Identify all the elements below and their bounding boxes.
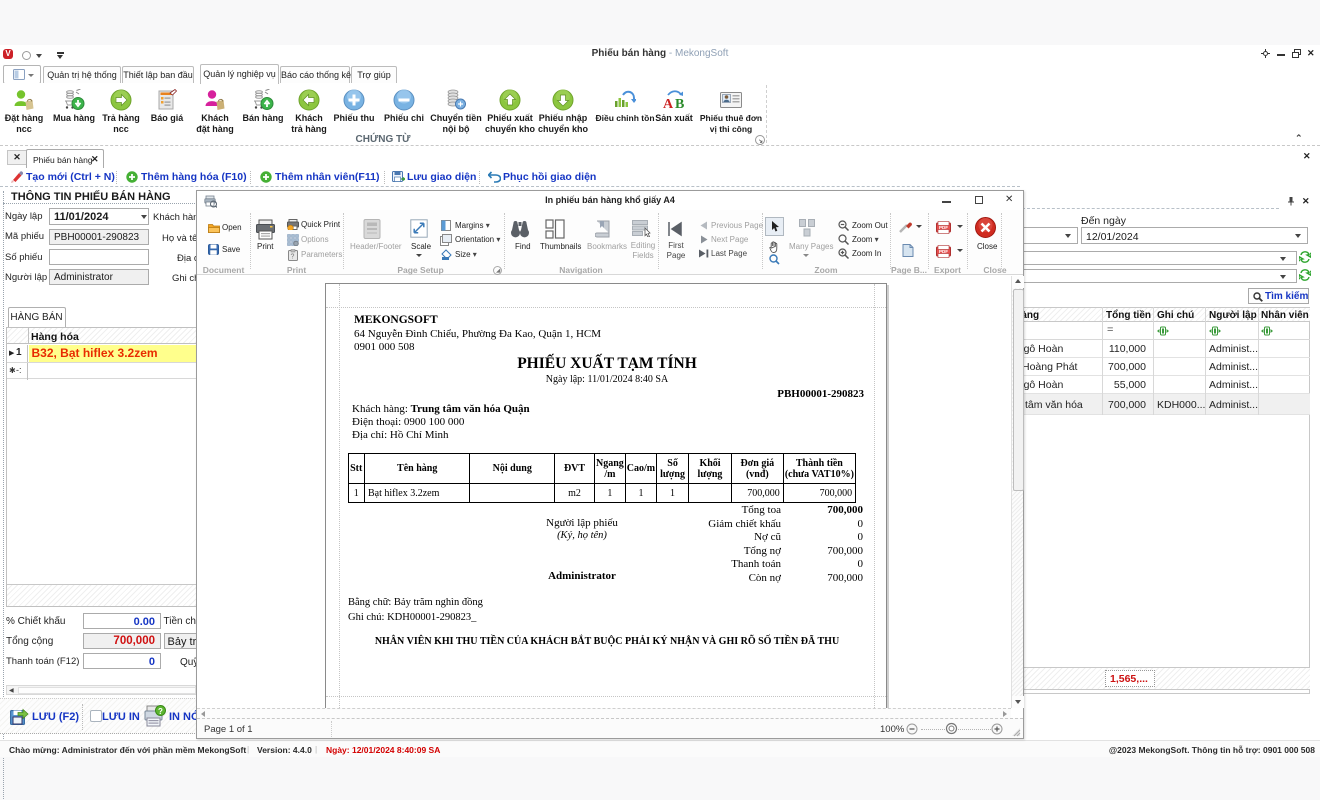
svg-text:A: A [663, 97, 674, 111]
svg-text:?: ? [158, 707, 163, 716]
svg-text:?: ? [291, 254, 295, 261]
svg-text:PDF: PDF [939, 225, 948, 230]
svg-text:B: B [675, 97, 684, 111]
svg-text:PDF: PDF [939, 249, 948, 254]
